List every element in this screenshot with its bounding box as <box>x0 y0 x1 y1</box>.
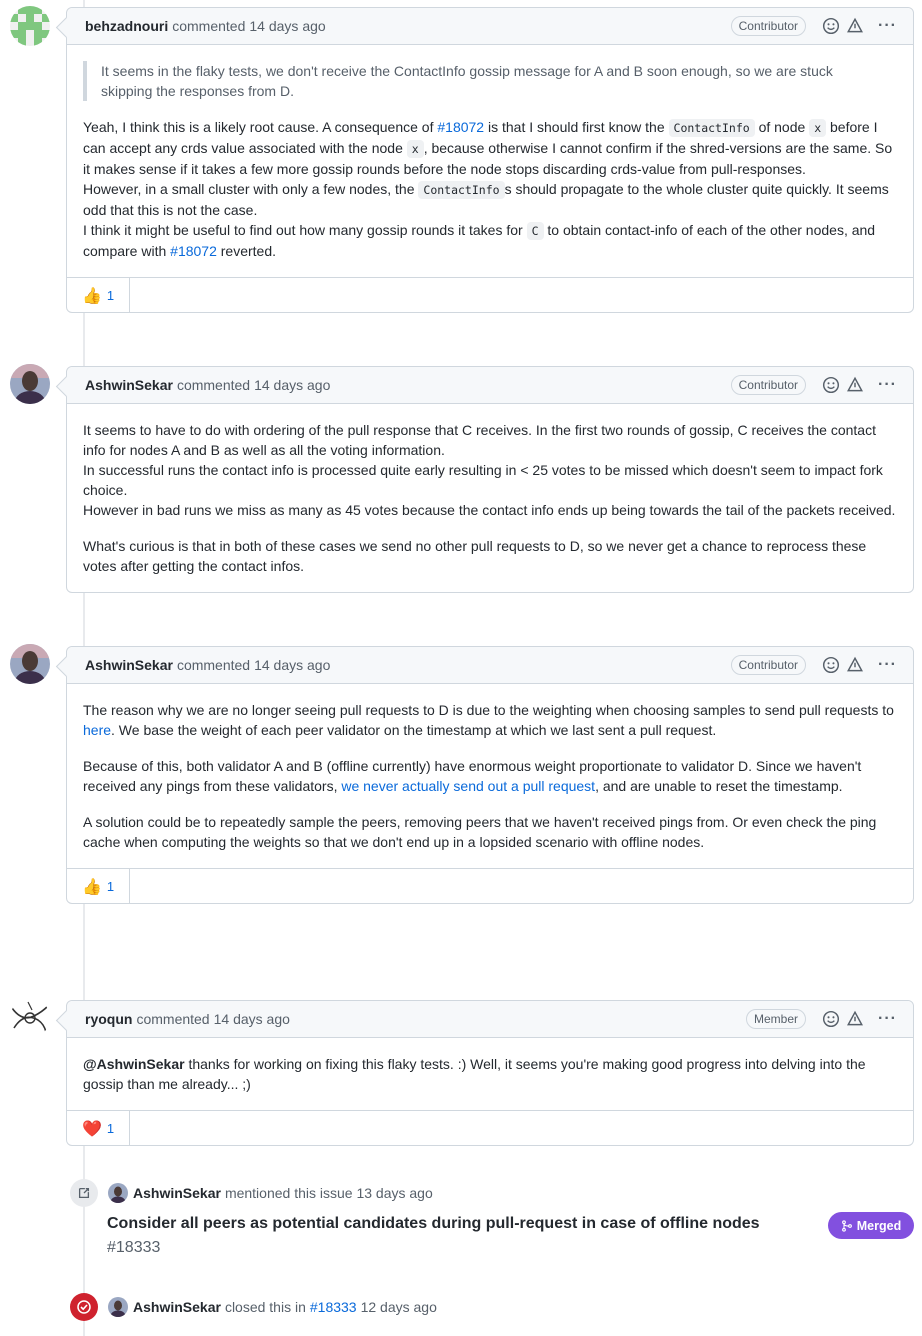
comment-1: behzadnouri commented 14 days ago Contri… <box>66 7 914 313</box>
comment-author[interactable]: ryoqun <box>85 1011 132 1027</box>
code-link[interactable]: we never actually send out a pull reques… <box>341 778 595 794</box>
reactions-bar: ❤️ 1 <box>67 1110 913 1146</box>
issue-link[interactable]: #18072 <box>170 243 217 259</box>
comment-header: behzadnouri commented 14 days ago Contri… <box>67 8 913 45</box>
merged-badge: Merged <box>828 1212 914 1239</box>
pr-link[interactable]: #18333 <box>310 1299 357 1315</box>
thumbs-up-icon: 👍 <box>82 876 102 896</box>
thumbs-up-reaction[interactable]: 👍 1 <box>67 868 130 904</box>
comment-header: AshwinSekar commented 14 days ago Contri… <box>67 647 913 684</box>
quoted-reply: It seems in the flaky tests, we don't re… <box>83 61 897 101</box>
cross-reference-icon <box>70 1179 98 1207</box>
more-options-icon[interactable]: ··· <box>878 656 897 674</box>
reaction-count: 1 <box>106 878 115 894</box>
comment-3: AshwinSekar commented 14 days ago Contri… <box>66 646 914 904</box>
comment-author[interactable]: AshwinSekar <box>85 377 173 393</box>
comment-paragraph: @AshwinSekar thanks for working on fixin… <box>83 1056 866 1092</box>
comment-action: commented <box>176 657 251 673</box>
reaction-count: 1 <box>106 1120 115 1136</box>
triage-icon[interactable] <box>846 376 864 394</box>
issue-link[interactable]: #18072 <box>437 119 484 135</box>
thumbs-up-reaction[interactable]: 👍 1 <box>67 277 130 313</box>
event-time[interactable]: 12 days ago <box>361 1299 437 1315</box>
reaction-count: 1 <box>106 287 115 303</box>
smiley-icon[interactable] <box>822 1010 840 1028</box>
comment-time[interactable]: 14 days ago <box>254 657 330 673</box>
reactions-bar: 👍 1 <box>67 277 913 313</box>
comment-2: AshwinSekar commented 14 days ago Contri… <box>66 366 914 593</box>
comment-paragraph: The reason why we are no longer seeing p… <box>83 702 894 738</box>
event-text: mentioned this issue 13 days ago <box>224 1185 433 1201</box>
comment-paragraph: Yeah, I think this is a likely root caus… <box>83 119 893 177</box>
more-options-icon[interactable]: ··· <box>878 17 897 35</box>
merge-icon <box>841 1219 852 1232</box>
identicon-avatar[interactable] <box>10 6 50 46</box>
role-badge: Contributor <box>730 375 807 395</box>
heart-icon: ❤️ <box>82 1118 102 1138</box>
more-options-icon[interactable]: ··· <box>878 1010 897 1028</box>
more-options-icon[interactable]: ··· <box>878 376 897 394</box>
user-mention[interactable]: @AshwinSekar <box>83 1056 185 1072</box>
user-photo-avatar[interactable] <box>10 364 50 404</box>
referenced-pr-title[interactable]: Consider all peers as potential candidat… <box>107 1212 807 1260</box>
smiley-icon[interactable] <box>822 376 840 394</box>
role-badge: Member <box>746 1009 807 1029</box>
triage-icon[interactable] <box>846 17 864 35</box>
inline-code: x <box>406 140 424 158</box>
comment-author[interactable]: behzadnouri <box>85 18 168 34</box>
role-badge: Contributor <box>730 16 807 36</box>
pr-number[interactable]: #18333 <box>107 1239 160 1256</box>
role-badge: Contributor <box>730 655 807 675</box>
inline-code: ContactInfo <box>668 119 755 137</box>
comment-header: AshwinSekar commented 14 days ago Contri… <box>67 367 913 404</box>
comment-paragraph: However in bad runs we miss as many as 4… <box>83 502 896 518</box>
comment-4: ryoqun commented 14 days ago Member ··· … <box>66 1000 914 1146</box>
comment-action: commented <box>172 18 246 34</box>
comment-action: commented <box>136 1011 210 1027</box>
comment-time[interactable]: 14 days ago <box>249 18 325 34</box>
comment-paragraph: What's curious is that in both of these … <box>83 538 867 574</box>
user-photo-avatar[interactable] <box>108 1183 128 1203</box>
triage-icon[interactable] <box>846 1010 864 1028</box>
event-text: closed this in <box>224 1299 306 1315</box>
smiley-icon[interactable] <box>822 656 840 674</box>
triage-icon[interactable] <box>846 656 864 674</box>
event-author[interactable]: AshwinSekar <box>133 1299 221 1315</box>
thumbs-up-icon: 👍 <box>82 285 102 305</box>
mention-event: AshwinSekar mentioned this issue 13 days… <box>70 1179 433 1207</box>
inline-code: C <box>526 222 544 240</box>
event-author[interactable]: AshwinSekar <box>133 1185 221 1201</box>
comment-time[interactable]: 14 days ago <box>214 1011 290 1027</box>
comment-author[interactable]: AshwinSekar <box>85 657 173 673</box>
user-photo-avatar[interactable] <box>10 644 50 684</box>
comment-action: commented <box>176 377 251 393</box>
comment-paragraph: Because of this, both validator A and B … <box>83 758 862 794</box>
line-art-avatar[interactable] <box>10 998 50 1038</box>
smiley-icon[interactable] <box>822 17 840 35</box>
here-link[interactable]: here <box>83 722 111 738</box>
comment-paragraph: I think it might be useful to find out h… <box>83 222 876 259</box>
user-photo-avatar[interactable] <box>108 1297 128 1317</box>
comment-paragraph: It seems to have to do with ordering of … <box>83 422 876 458</box>
reactions-bar: 👍 1 <box>67 868 913 904</box>
heart-reaction[interactable]: ❤️ 1 <box>67 1110 130 1146</box>
closed-event: AshwinSekar closed this in #18333 12 day… <box>70 1293 437 1321</box>
inline-code: ContactInfo <box>418 181 505 199</box>
comment-header: ryoqun commented 14 days ago Member ··· <box>67 1001 913 1038</box>
comment-paragraph: However, in a small cluster with only a … <box>83 181 889 218</box>
comment-paragraph: In successful runs the contact info is p… <box>83 462 883 498</box>
inline-code: x <box>809 119 827 137</box>
comment-time[interactable]: 14 days ago <box>254 377 330 393</box>
comment-paragraph: A solution could be to repeatedly sample… <box>83 814 877 850</box>
closed-check-icon <box>70 1293 98 1321</box>
